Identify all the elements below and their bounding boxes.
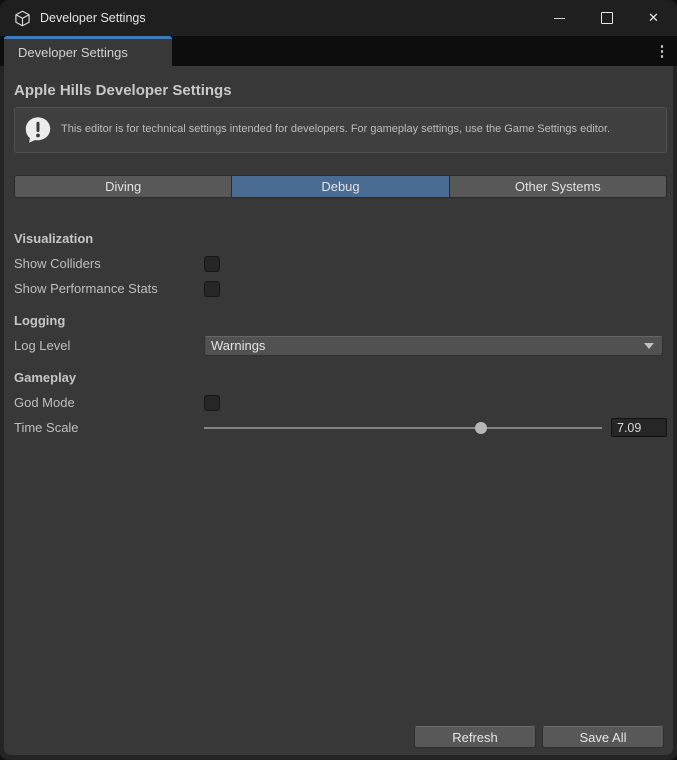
refresh-button[interactable]: Refresh <box>414 726 536 748</box>
time-scale-slider[interactable] <box>204 421 602 435</box>
editor-tab-bar: Developer Settings ⋮ <box>0 36 677 66</box>
content-spacer <box>10 440 667 726</box>
section-logging: Logging <box>14 313 667 328</box>
log-level-value: Warnings <box>211 338 644 353</box>
time-scale-value-field[interactable] <box>611 418 667 437</box>
tab-label: Developer Settings <box>18 45 128 60</box>
footer-buttons: Refresh Save All <box>10 726 667 752</box>
chevron-down-icon <box>644 343 654 349</box>
kebab-menu-icon[interactable]: ⋮ <box>647 36 677 66</box>
tab-other-systems[interactable]: Other Systems <box>450 176 666 197</box>
settings-panel: Apple Hills Developer Settings This edit… <box>4 66 673 755</box>
page-title: Apple Hills Developer Settings <box>14 82 667 99</box>
row-log-level: Log Level Warnings <box>14 333 667 358</box>
window-title: Developer Settings <box>40 11 146 25</box>
log-level-dropdown[interactable]: Warnings <box>204 336 663 356</box>
row-time-scale: Time Scale <box>14 415 667 440</box>
log-level-label: Log Level <box>14 338 204 353</box>
info-helpbox: This editor is for technical settings in… <box>14 107 667 153</box>
row-god-mode: God Mode <box>14 390 667 415</box>
maximize-button[interactable] <box>583 0 630 36</box>
maximize-icon <box>601 12 613 24</box>
show-colliders-checkbox[interactable] <box>204 256 220 272</box>
save-all-button[interactable]: Save All <box>542 726 664 748</box>
info-bubble-icon <box>23 115 53 145</box>
show-colliders-label: Show Colliders <box>14 256 204 271</box>
time-scale-label: Time Scale <box>14 420 204 435</box>
developer-settings-window: Developer Settings ✕ Developer Settings … <box>0 0 677 760</box>
window-controls: ✕ <box>536 0 677 36</box>
time-scale-thumb[interactable] <box>475 422 487 434</box>
row-show-performance-stats: Show Performance Stats <box>14 276 667 301</box>
show-performance-stats-label: Show Performance Stats <box>14 281 204 296</box>
close-button[interactable]: ✕ <box>630 0 677 36</box>
helpbox-text: This editor is for technical settings in… <box>61 122 610 137</box>
minimize-button[interactable] <box>536 0 583 36</box>
god-mode-label: God Mode <box>14 395 204 410</box>
minimize-icon <box>554 18 565 19</box>
tab-developer-settings[interactable]: Developer Settings <box>4 36 172 66</box>
time-scale-slider-track[interactable] <box>204 427 602 429</box>
close-icon: ✕ <box>648 10 659 26</box>
category-tabs: Diving Debug Other Systems <box>14 175 667 198</box>
titlebar: Developer Settings ✕ <box>0 0 677 36</box>
row-show-colliders: Show Colliders <box>14 251 667 276</box>
tab-debug[interactable]: Debug <box>232 176 449 197</box>
section-visualization: Visualization <box>14 231 667 246</box>
tab-diving[interactable]: Diving <box>15 176 232 197</box>
unity-app-icon <box>14 10 31 27</box>
show-performance-stats-checkbox[interactable] <box>204 281 220 297</box>
section-gameplay: Gameplay <box>14 370 667 385</box>
god-mode-checkbox[interactable] <box>204 395 220 411</box>
